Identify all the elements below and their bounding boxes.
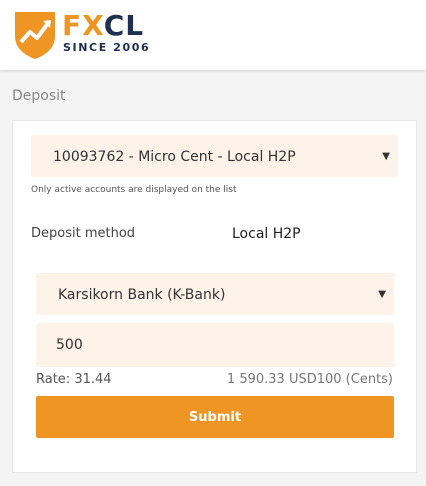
amount-input[interactable] [36, 323, 394, 367]
deposit-method-label: Deposit method [31, 226, 136, 241]
bank-select[interactable]: Karsikorn Bank (K-Bank) ▼ [36, 273, 394, 315]
logo-wordmark: FXCL [62, 9, 145, 42]
account-select-value: 10093762 - Micro Cent - Local H2P [53, 149, 296, 165]
converted-amount: 1 590.33 USD100 (Cents) [226, 372, 393, 387]
account-hint: Only active accounts are displayed on th… [31, 185, 237, 195]
fxcl-logo[interactable]: FXCL SINCE 2006 [12, 8, 152, 62]
bank-select-value: Karsikorn Bank (K-Bank) [58, 287, 226, 303]
logo-tagline: SINCE 2006 [63, 41, 151, 54]
shield-logo-icon [15, 12, 55, 59]
submit-button[interactable]: Submit [36, 396, 394, 438]
exchange-rate: Rate: 31.44 [36, 372, 112, 387]
account-select[interactable]: 10093762 - Micro Cent - Local H2P ▼ [31, 135, 398, 177]
chevron-down-icon: ▼ [378, 289, 386, 300]
chevron-down-icon: ▼ [382, 151, 390, 162]
page-title: Deposit [12, 88, 66, 104]
deposit-method-value: Local H2P [232, 226, 301, 242]
deposit-form: 10093762 - Micro Cent - Local H2P ▼ Only… [12, 120, 417, 473]
site-header: FXCL SINCE 2006 [0, 0, 426, 70]
